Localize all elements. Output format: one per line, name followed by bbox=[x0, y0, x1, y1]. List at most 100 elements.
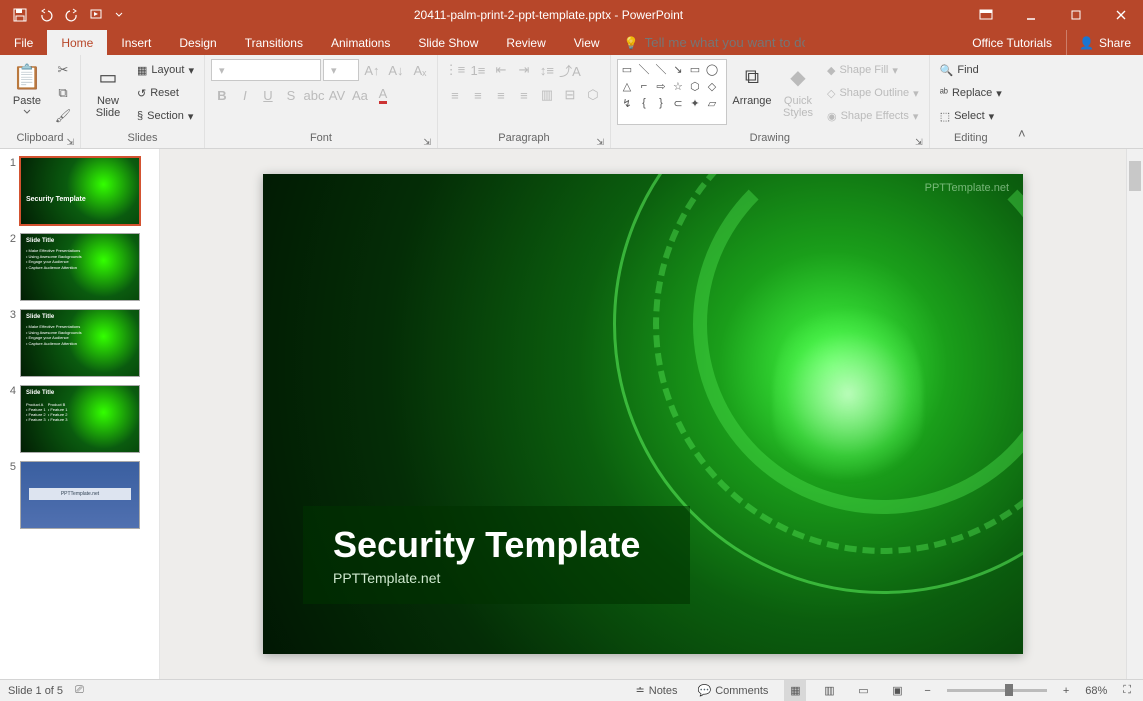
zoom-out-button[interactable]: − bbox=[920, 680, 934, 701]
slide-counter[interactable]: Slide 1 of 5 bbox=[8, 685, 63, 697]
tell-me-search[interactable]: 💡 bbox=[614, 30, 815, 55]
zoom-handle[interactable] bbox=[1005, 684, 1013, 696]
shapes-gallery[interactable]: ▭ ＼ ＼ ↘ ▭ ◯ △ ⌐ ⇨ ☆ ⬡ ◇ ↯ { } ⊂ ✦ ▱ bbox=[617, 59, 727, 125]
decrease-indent-button[interactable]: ⇤ bbox=[490, 59, 512, 81]
smartart-button[interactable]: ⬡ bbox=[582, 84, 604, 106]
tab-insert[interactable]: Insert bbox=[107, 30, 165, 55]
find-button[interactable]: 🔍Find bbox=[936, 59, 1006, 81]
align-text-button[interactable]: ⊟ bbox=[559, 84, 581, 106]
format-painter-button[interactable]: 🖌 bbox=[52, 105, 74, 127]
grow-font-button[interactable]: A↑ bbox=[361, 59, 383, 81]
select-button[interactable]: ⬚Select ▾ bbox=[936, 105, 1006, 127]
slide-thumbnail[interactable]: Security Template bbox=[20, 157, 140, 225]
shrink-font-button[interactable]: A↓ bbox=[385, 59, 407, 81]
slide-thumbnails-panel[interactable]: 1Security Template2Slide Title• Make Eff… bbox=[0, 149, 160, 679]
zoom-slider[interactable] bbox=[947, 689, 1047, 692]
slide-editor-area[interactable]: PPTTemplate.net Security Template PPTTem… bbox=[160, 149, 1126, 679]
align-left-button[interactable]: ≡ bbox=[444, 84, 466, 106]
font-color-button[interactable]: A bbox=[372, 84, 394, 106]
share-button[interactable]: 👤 Share bbox=[1066, 30, 1143, 55]
align-center-button[interactable]: ≡ bbox=[467, 84, 489, 106]
tab-review[interactable]: Review bbox=[492, 30, 559, 55]
fit-to-window-button[interactable]: ⛶ bbox=[1119, 680, 1135, 701]
zoom-in-button[interactable]: + bbox=[1059, 680, 1073, 701]
normal-view-button[interactable]: ▦ bbox=[784, 680, 806, 701]
title-placeholder[interactable]: Security Template PPTTemplate.net bbox=[303, 506, 690, 604]
reset-button[interactable]: ↺Reset bbox=[133, 82, 198, 104]
copy-button[interactable]: ⧉ bbox=[52, 82, 74, 104]
slide-thumbnail[interactable]: Slide Title• Make Effective Presentation… bbox=[20, 233, 140, 301]
minimize-button[interactable] bbox=[1008, 0, 1053, 30]
undo-button[interactable] bbox=[34, 3, 58, 27]
char-spacing-button[interactable]: AV bbox=[326, 84, 348, 106]
change-case-button[interactable]: Aa bbox=[349, 84, 371, 106]
layout-button[interactable]: ▦Layout ▾ bbox=[133, 59, 198, 81]
maximize-button[interactable] bbox=[1053, 0, 1098, 30]
tab-home[interactable]: Home bbox=[47, 30, 107, 55]
arrange-button[interactable]: ⧉ Arrange bbox=[731, 59, 773, 109]
numbering-button[interactable]: 1≡ bbox=[467, 59, 489, 81]
justify-button[interactable]: ≡ bbox=[513, 84, 535, 106]
line-spacing-button[interactable]: ↕≡ bbox=[536, 59, 558, 81]
group-paragraph: ⋮≡ 1≡ ⇤ ⇥ ↕≡ ⤴A ≡ ≡ ≡ ≡ ▥ ⊟ ⬡ Paragra bbox=[438, 55, 611, 148]
clear-formatting-button[interactable]: Aₓ bbox=[409, 59, 431, 81]
ribbon-options-button[interactable] bbox=[963, 0, 1008, 30]
shadow-button[interactable]: abc bbox=[303, 84, 325, 106]
shape-fill-button[interactable]: ◆Shape Fill ▾ bbox=[823, 59, 923, 81]
slide-thumbnail[interactable]: Slide TitleProduct A Product B• Feature … bbox=[20, 385, 140, 453]
spellcheck-icon[interactable]: ⎚ bbox=[75, 684, 84, 697]
tab-design[interactable]: Design bbox=[165, 30, 230, 55]
font-size-combo[interactable]: ▾ bbox=[323, 59, 359, 81]
qat-customize-button[interactable] bbox=[112, 3, 126, 27]
paragraph-launcher[interactable]: ⇲ bbox=[596, 137, 604, 148]
bold-button[interactable]: B bbox=[211, 84, 233, 106]
lightbulb-icon: 💡 bbox=[624, 36, 639, 50]
close-button[interactable] bbox=[1098, 0, 1143, 30]
group-label-paragraph: Paragraph bbox=[498, 132, 549, 144]
increase-indent-button[interactable]: ⇥ bbox=[513, 59, 535, 81]
thumbnail-row: 1Security Template bbox=[4, 157, 155, 225]
align-right-button[interactable]: ≡ bbox=[490, 84, 512, 106]
new-slide-button[interactable]: ▭ New Slide bbox=[87, 59, 129, 121]
scrollbar-thumb[interactable] bbox=[1129, 161, 1141, 191]
paste-button[interactable]: 📋 Paste bbox=[6, 59, 48, 116]
tab-view[interactable]: View bbox=[560, 30, 614, 55]
text-direction-button[interactable]: ⤴A bbox=[559, 59, 581, 81]
slide-thumbnail[interactable]: Slide Title• Make Effective Presentation… bbox=[20, 309, 140, 377]
shape-outline-button[interactable]: ◇Shape Outline ▾ bbox=[823, 82, 923, 104]
tab-animations[interactable]: Animations bbox=[317, 30, 404, 55]
zoom-level[interactable]: 68% bbox=[1085, 685, 1107, 697]
comments-button[interactable]: 💬Comments bbox=[694, 680, 773, 701]
redo-button[interactable] bbox=[60, 3, 84, 27]
tell-me-input[interactable] bbox=[645, 35, 805, 50]
italic-button[interactable]: I bbox=[234, 84, 256, 106]
slide-thumbnail[interactable]: PPTTemplate.net bbox=[20, 461, 140, 529]
strikethrough-button[interactable]: S bbox=[280, 84, 302, 106]
slideshow-view-button[interactable]: ▣ bbox=[886, 680, 908, 701]
shape-effects-button[interactable]: ◉Shape Effects ▾ bbox=[823, 105, 923, 127]
tab-slideshow[interactable]: Slide Show bbox=[404, 30, 492, 55]
section-button[interactable]: §Section ▾ bbox=[133, 105, 198, 127]
reading-view-button[interactable]: ▭ bbox=[852, 680, 874, 701]
notes-button[interactable]: ≐Notes bbox=[632, 680, 682, 701]
start-from-beginning-button[interactable] bbox=[86, 3, 110, 27]
drawing-launcher[interactable]: ⇲ bbox=[915, 137, 923, 148]
font-launcher[interactable]: ⇲ bbox=[423, 137, 431, 148]
columns-button[interactable]: ▥ bbox=[536, 84, 558, 106]
font-name-combo[interactable]: ▾ bbox=[211, 59, 321, 81]
save-button[interactable] bbox=[8, 3, 32, 27]
bullets-button[interactable]: ⋮≡ bbox=[444, 59, 466, 81]
slide-sorter-view-button[interactable]: ▥ bbox=[818, 680, 840, 701]
clipboard-launcher[interactable]: ⇲ bbox=[66, 137, 74, 148]
underline-button[interactable]: U bbox=[257, 84, 279, 106]
cut-button[interactable]: ✂ bbox=[52, 59, 74, 81]
slide-canvas[interactable]: PPTTemplate.net Security Template PPTTem… bbox=[263, 174, 1023, 654]
replace-button[interactable]: ᵃᵇReplace ▾ bbox=[936, 82, 1006, 104]
group-label-slides: Slides bbox=[87, 132, 198, 148]
tab-transitions[interactable]: Transitions bbox=[231, 30, 317, 55]
office-tutorials-link[interactable]: Office Tutorials bbox=[958, 30, 1066, 55]
quick-styles-button[interactable]: ◆ Quick Styles bbox=[777, 59, 819, 121]
vertical-scrollbar[interactable] bbox=[1126, 149, 1143, 679]
collapse-ribbon-button[interactable]: ˄ bbox=[1012, 122, 1032, 144]
tab-file[interactable]: File bbox=[0, 30, 47, 55]
